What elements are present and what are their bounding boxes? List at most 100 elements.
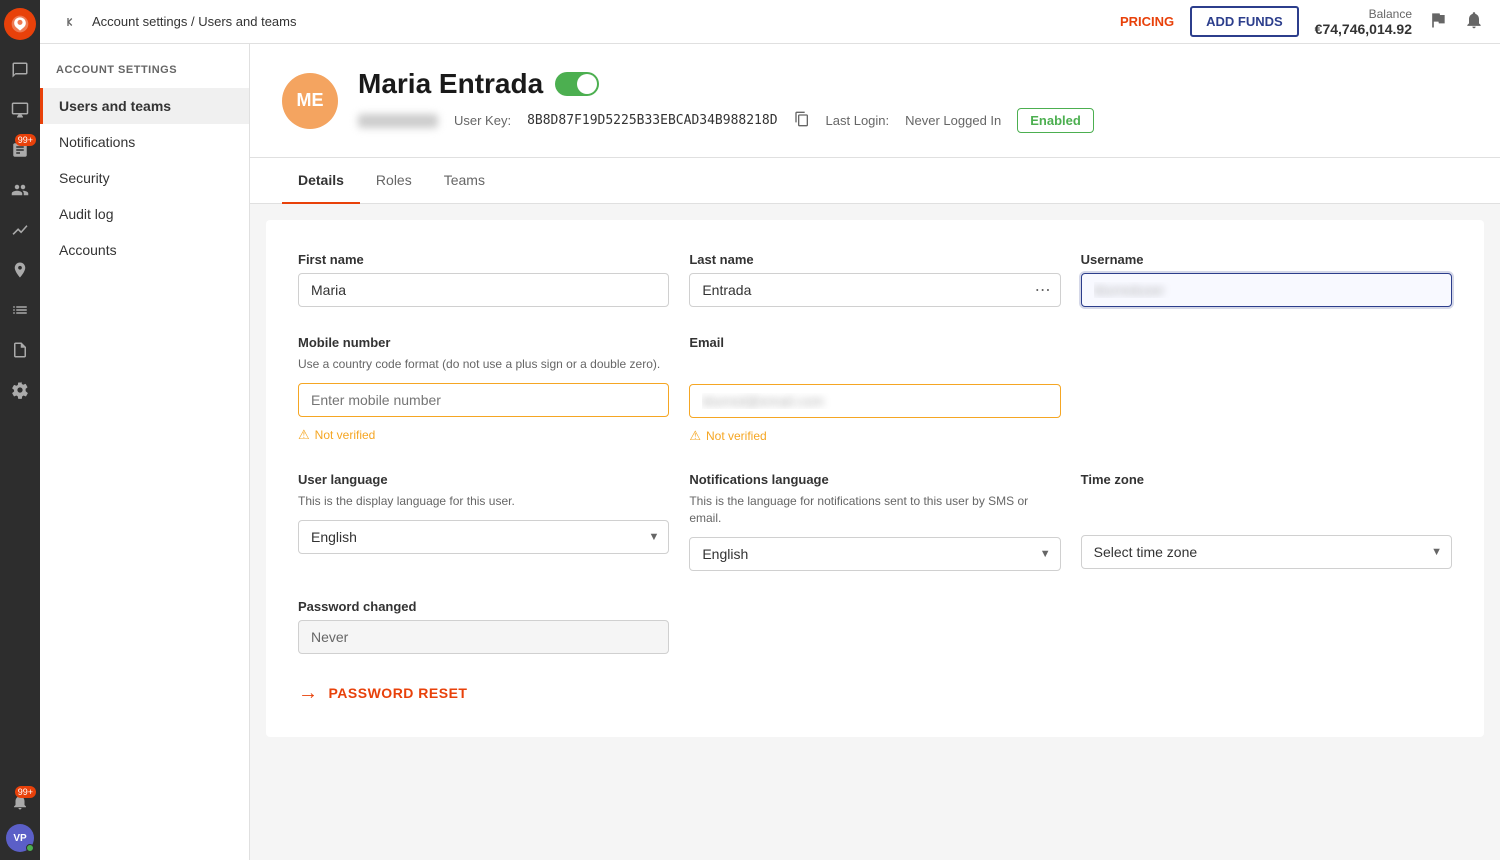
empty-col-3	[1081, 599, 1452, 654]
last-name-group: Last name ⋯	[689, 252, 1060, 307]
password-changed-label: Password changed	[298, 599, 669, 614]
mobile-not-verified: ⚠ Not verified	[298, 427, 669, 443]
first-name-label: First name	[298, 252, 669, 267]
user-header: ME Maria Entrada User Key: 8B8D87F19D522…	[250, 44, 1500, 158]
user-name-row: Maria Entrada	[358, 68, 1468, 100]
timezone-select[interactable]: Select time zone UTC EST	[1081, 535, 1452, 569]
username-group: Username	[1081, 252, 1452, 307]
last-name-dots-icon: ⋯	[1035, 280, 1051, 300]
collapse-sidebar-button[interactable]	[56, 8, 84, 36]
bell-badge: 99+	[15, 786, 36, 798]
nav-settings-icon[interactable]	[2, 372, 38, 408]
form-section: First name Last name ⋯ Username	[266, 220, 1484, 737]
nav-monitor-icon[interactable]	[2, 92, 38, 128]
empty-col-2	[689, 599, 1060, 654]
first-name-group: First name	[298, 252, 669, 307]
mobile-warning-icon: ⚠	[298, 427, 310, 443]
user-status-toggle[interactable]	[555, 72, 599, 96]
nav-reports-icon[interactable]: 99+	[2, 132, 38, 168]
last-name-input[interactable]	[689, 273, 1060, 307]
user-language-sublabel: This is the display language for this us…	[298, 493, 669, 510]
tabs-row: Details Roles Teams	[250, 158, 1500, 204]
user-language-select-wrapper: English Spanish French ▼	[298, 520, 669, 554]
email-group: Email ⚠ Not verified	[689, 335, 1060, 444]
user-info: Maria Entrada User Key: 8B8D87F19D5225B3…	[358, 68, 1468, 133]
mobile-label: Mobile number	[298, 335, 669, 350]
nav-lists-icon[interactable]	[2, 292, 38, 328]
tab-teams[interactable]: Teams	[428, 158, 501, 204]
balance-label: Balance	[1315, 7, 1412, 21]
user-language-select[interactable]: English Spanish French	[298, 520, 669, 554]
sidebar: ACCOUNT SETTINGS Users and teams Notific…	[40, 44, 250, 860]
user-avatar: ME	[282, 73, 338, 129]
top-settings-icon[interactable]	[1464, 10, 1484, 33]
username-label: Username	[1081, 252, 1452, 267]
content-area: ME Maria Entrada User Key: 8B8D87F19D522…	[250, 44, 1500, 860]
copy-user-key-icon[interactable]	[794, 111, 810, 130]
user-id-blurred	[358, 114, 438, 128]
icon-bar: 99+ 99+ VP	[0, 0, 40, 860]
notif-language-sublabel: This is the language for notifications s…	[689, 493, 1060, 527]
user-meta: User Key: 8B8D87F19D5225B33EBCAD34B98821…	[358, 108, 1468, 133]
sidebar-item-security[interactable]: Security	[40, 160, 249, 196]
email-not-verified: ⚠ Not verified	[689, 428, 1060, 444]
username-input[interactable]	[1081, 273, 1452, 307]
password-reset-arrow-icon: →	[298, 682, 319, 705]
balance-block: Balance €74,746,014.92	[1315, 7, 1412, 37]
balance-amount: €74,746,014.92	[1315, 21, 1412, 37]
user-avatar-icon[interactable]: VP	[6, 824, 34, 852]
last-login-label: Last Login:	[826, 113, 890, 128]
user-language-group: User language This is the display langua…	[298, 472, 669, 571]
user-name: Maria Entrada	[358, 68, 543, 100]
notif-language-select[interactable]: English Spanish French	[689, 537, 1060, 571]
last-name-input-wrapper: ⋯	[689, 273, 1060, 307]
mobile-group: Mobile number Use a country code format …	[298, 335, 669, 444]
sidebar-item-audit-log[interactable]: Audit log	[40, 196, 249, 232]
reports-badge: 99+	[15, 134, 36, 146]
empty-col	[1081, 335, 1452, 444]
breadcrumb: Account settings / Users and teams	[92, 14, 297, 29]
enabled-badge: Enabled	[1017, 108, 1094, 133]
icon-bar-bottom: 99+ VP	[2, 784, 38, 852]
timezone-select-wrapper: Select time zone UTC EST ▼	[1081, 535, 1452, 569]
timezone-label: Time zone	[1081, 472, 1452, 487]
email-label: Email	[689, 335, 1060, 350]
top-bar-right: PRICING ADD FUNDS Balance €74,746,014.92	[1120, 6, 1484, 37]
password-reset-label: PASSWORD RESET	[329, 685, 468, 701]
add-funds-button[interactable]: ADD FUNDS	[1190, 6, 1299, 37]
first-name-input[interactable]	[298, 273, 669, 307]
sidebar-title: ACCOUNT SETTINGS	[40, 64, 249, 88]
nav-analytics-icon[interactable]	[2, 212, 38, 248]
last-login-value: Never Logged In	[905, 113, 1001, 128]
nav-contacts-icon[interactable]	[2, 252, 38, 288]
form-row-names: First name Last name ⋯ Username	[298, 252, 1452, 307]
sidebar-item-notifications[interactable]: Notifications	[40, 124, 249, 160]
password-changed-group: Password changed	[298, 599, 669, 654]
notif-language-select-wrapper: English Spanish French ▼	[689, 537, 1060, 571]
form-row-language: User language This is the display langua…	[298, 472, 1452, 571]
nav-users-icon[interactable]	[2, 172, 38, 208]
email-input[interactable]	[689, 384, 1060, 418]
password-changed-input	[298, 620, 669, 654]
notif-language-label: Notifications language	[689, 472, 1060, 487]
password-reset-link[interactable]: → PASSWORD RESET	[298, 682, 1452, 705]
flag-icon[interactable]	[1428, 10, 1448, 33]
sidebar-item-accounts[interactable]: Accounts	[40, 232, 249, 268]
nav-comments-icon[interactable]	[2, 52, 38, 88]
pricing-link[interactable]: PRICING	[1120, 14, 1174, 29]
mobile-input[interactable]	[298, 383, 669, 417]
form-row-password: Password changed	[298, 599, 1452, 654]
app-logo[interactable]	[4, 8, 36, 40]
online-status-dot	[26, 844, 34, 852]
notifications-bell-icon[interactable]: 99+	[2, 784, 38, 820]
last-name-label: Last name	[689, 252, 1060, 267]
user-key-value: 8B8D87F19D5225B33EBCAD34B988218D	[527, 113, 777, 128]
main-wrapper: ACCOUNT SETTINGS Users and teams Notific…	[40, 44, 1500, 860]
tab-roles[interactable]: Roles	[360, 158, 428, 204]
notif-language-group: Notifications language This is the langu…	[689, 472, 1060, 571]
mobile-sublabel: Use a country code format (do not use a …	[298, 356, 669, 373]
sidebar-item-users-teams[interactable]: Users and teams	[40, 88, 249, 124]
nav-templates-icon[interactable]	[2, 332, 38, 368]
email-warning-icon: ⚠	[689, 428, 701, 444]
tab-details[interactable]: Details	[282, 158, 360, 204]
